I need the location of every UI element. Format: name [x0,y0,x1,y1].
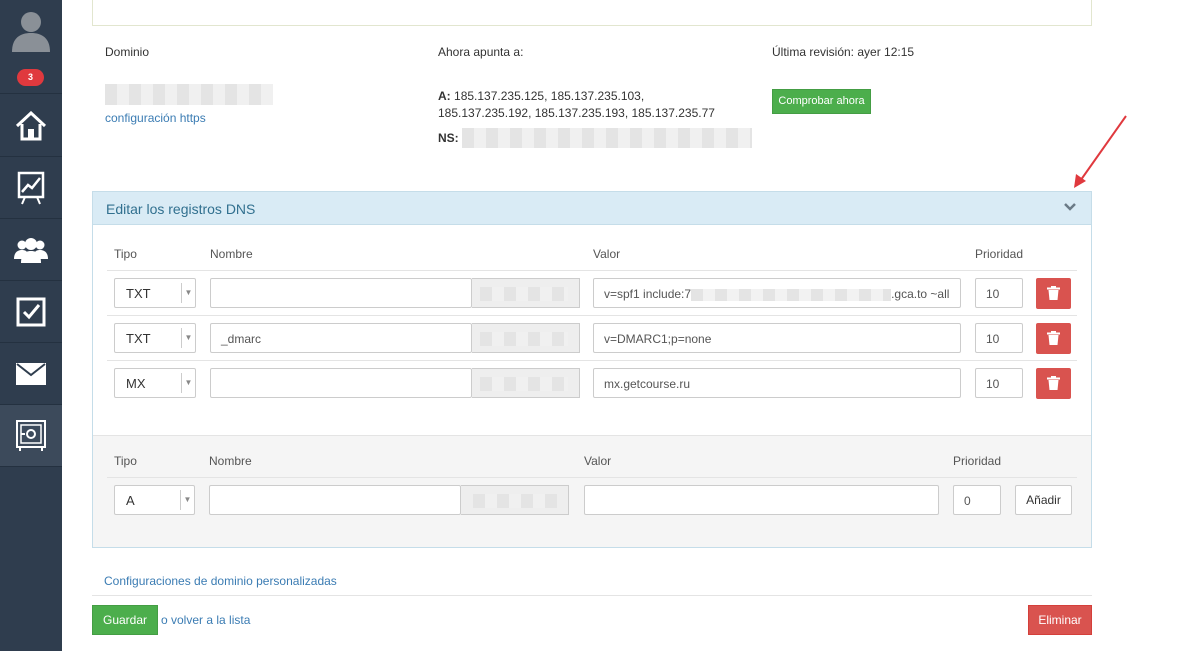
caret-down-icon: ▼ [181,283,195,303]
col-name-header: Nombre [210,247,253,261]
new-record-type-select[interactable]: A ▼ [114,485,195,515]
ns-value-redacted [462,128,752,148]
delete-record-button[interactable] [1036,278,1071,309]
a-records-value: 185.137.235.125, 185.137.235.103, 185.13… [438,89,715,120]
sidebar-item-tasks[interactable] [0,281,62,343]
domain-suffix-redacted [480,287,568,301]
trash-icon [1047,376,1060,390]
new-domain-suffix-addon [461,485,569,515]
record-value-redacted [691,288,892,301]
record-value-input[interactable]: v=spf1 include:7 .gca.to ~all [593,278,961,308]
new-priority-header: Prioridad [953,454,1002,468]
new-type-header: Tipo [114,454,137,468]
new-header-divider [107,477,1077,478]
delete-record-button[interactable] [1036,323,1071,354]
https-settings-link[interactable]: configuración https [105,111,206,125]
chevron-down-icon[interactable] [1063,200,1077,214]
new-record-name-input[interactable] [209,485,461,515]
last-revision: Última revisión: ayer 12:15 [772,45,915,59]
record-type-value: TXT [126,286,151,301]
chart-icon [17,171,45,204]
delete-record-button[interactable] [1036,368,1071,399]
row-divider [107,360,1077,361]
domain-name-redacted [105,84,273,105]
ns-label: NS: [438,131,459,145]
dns-panel: Editar los registros DNS Tipo Nombre Val… [92,191,1092,548]
domain-suffix-addon [472,323,580,353]
record-value-suffix: .gca.to ~all [891,287,950,301]
new-domain-suffix-redacted [473,494,557,508]
trash-icon [1047,286,1060,300]
points-to-label: Ahora apunta a: [438,45,524,59]
sidebar-item-mail[interactable] [0,343,62,405]
new-record-value-input[interactable] [584,485,939,515]
record-name-input[interactable] [210,368,472,398]
home-icon [15,110,47,140]
domain-suffix-addon [472,278,580,308]
row-divider [107,315,1077,316]
record-name-input[interactable] [210,278,472,308]
col-type-header: Tipo [114,247,137,261]
dns-panel-title: Editar los registros DNS [106,201,256,217]
new-record-type-value: A [126,493,135,508]
domain-suffix-redacted [480,377,568,391]
save-button[interactable]: Guardar [92,605,158,635]
record-value-prefix: v=spf1 include:7 [604,287,692,301]
user-icon [12,12,50,52]
record-type-select[interactable]: TXT ▼ [114,278,196,308]
record-name-input[interactable]: _dmarc [210,323,472,353]
caret-down-icon: ▼ [181,373,195,393]
new-value-header: Valor [584,454,612,468]
caret-down-icon: ▼ [181,328,195,348]
custom-domain-settings-link[interactable]: Configuraciones de dominio personalizada… [104,574,337,588]
record-value-input[interactable]: v=DMARC1;p=none [593,323,961,353]
tasks-icon [16,297,46,326]
col-value-header: Valor [593,247,621,261]
top-panel [92,0,1092,26]
new-name-header: Nombre [209,454,252,468]
a-records: A: 185.137.235.125, 185.137.235.103, 185… [438,88,728,122]
safe-icon [16,419,46,451]
record-type-select[interactable]: MX ▼ [114,368,196,398]
sidebar: 3 [0,0,62,651]
notifications-badge[interactable]: 3 [17,69,44,86]
sidebar-item-users[interactable] [0,219,62,281]
users-icon [14,237,48,263]
record-type-value: MX [126,376,146,391]
col-priority-header: Prioridad [975,247,1024,261]
domain-suffix-addon [472,368,580,398]
sidebar-item-home[interactable] [0,95,62,157]
add-record-button[interactable]: Añadir [1015,485,1072,515]
back-to-list-link[interactable]: o volver a la lista [161,613,250,627]
sidebar-item-stats[interactable] [0,157,62,219]
check-now-button[interactable]: Comprobar ahora [772,89,871,114]
record-type-value: TXT [126,331,151,346]
trash-icon [1047,331,1060,345]
a-records-label: A: [438,89,451,103]
user-avatar[interactable]: 3 [0,0,62,94]
mail-icon [16,362,46,385]
domain-label: Dominio [105,45,150,59]
record-priority-input[interactable]: 10 [975,368,1023,398]
domain-suffix-redacted [480,332,568,346]
record-value-input[interactable]: mx.getcourse.ru [593,368,961,398]
add-record-section: Tipo Nombre Valor Prioridad A ▼ 0 Añadir [93,435,1091,547]
record-priority-input[interactable]: 10 [975,323,1023,353]
sidebar-item-safe[interactable] [0,405,62,467]
record-type-select[interactable]: TXT ▼ [114,323,196,353]
footer-divider [92,595,1092,596]
record-priority-input[interactable]: 10 [975,278,1023,308]
caret-down-icon: ▼ [180,490,194,510]
header-divider [107,270,1077,271]
dns-panel-header[interactable]: Editar los registros DNS [93,192,1091,225]
new-record-priority-input[interactable]: 0 [953,485,1001,515]
delete-domain-button[interactable]: Eliminar [1028,605,1092,635]
arrow-annotation-icon [1074,115,1127,188]
